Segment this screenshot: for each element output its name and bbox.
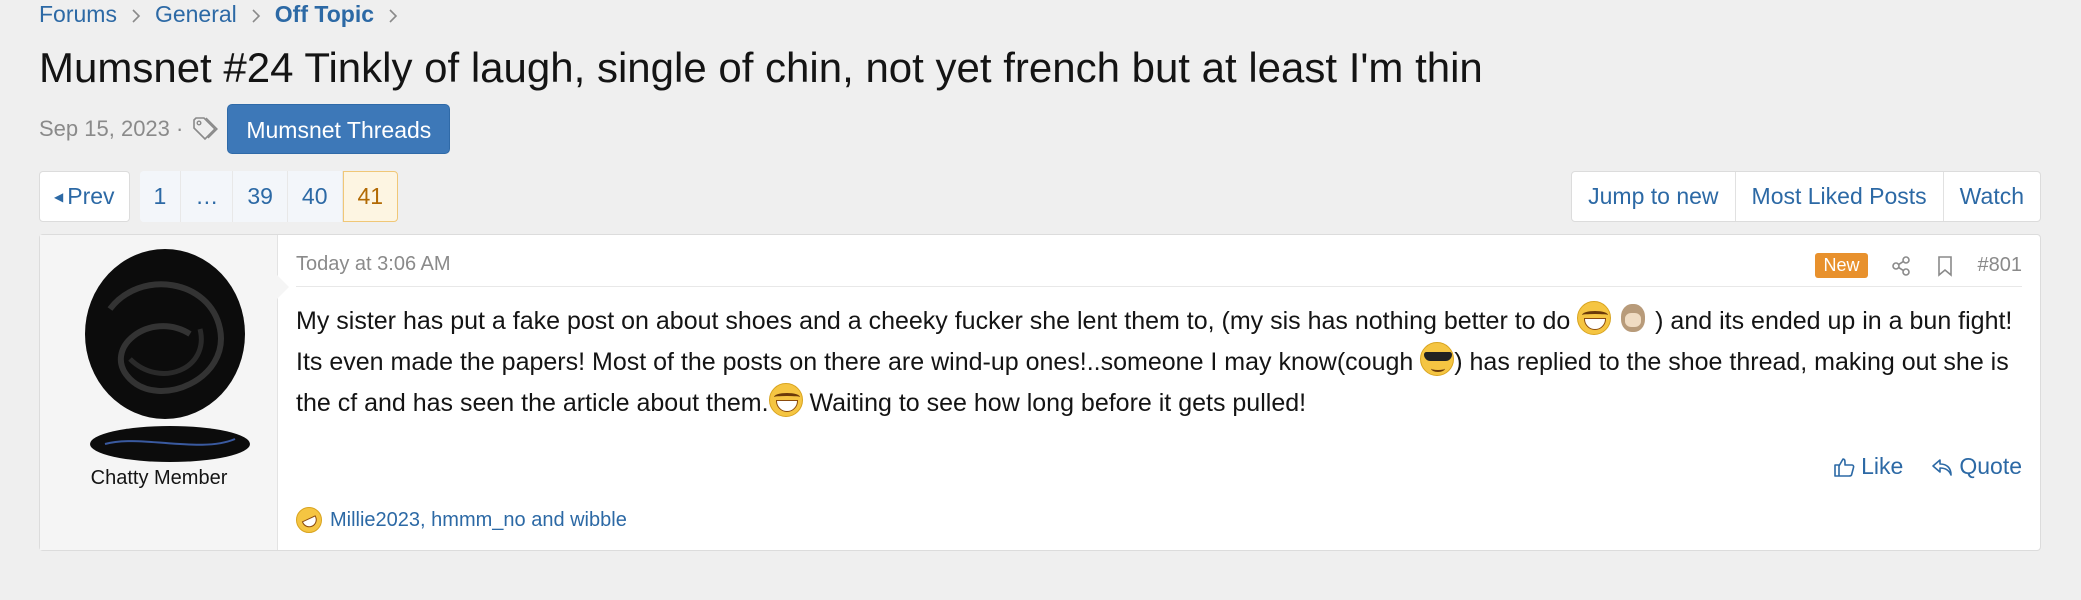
watch-button[interactable]: Watch — [1944, 172, 2040, 221]
quote-label: Quote — [1959, 453, 2022, 479]
breadcrumb-forums[interactable]: Forums — [39, 1, 117, 28]
reactions-bar[interactable]: Millie2023, hmmm_no and wibble — [296, 507, 627, 533]
new-badge: New — [1815, 253, 1868, 278]
post-user-cell: Chatty Member — [40, 235, 289, 550]
reply-icon — [1932, 458, 1953, 476]
tag-icon — [191, 115, 219, 143]
chevron-right-icon — [117, 1, 155, 28]
breadcrumb-off-topic[interactable]: Off Topic — [275, 1, 374, 28]
thread-actions: Jump to new Most Liked Posts Watch — [1571, 171, 2041, 222]
prev-page-button[interactable]: ◀ Prev — [39, 171, 130, 222]
user-title: Chatty Member — [90, 467, 228, 489]
chevron-right-icon — [237, 1, 275, 28]
avatar[interactable] — [70, 239, 270, 469]
thread-meta: Sep 15, 2023 · Mumsnet Threads — [39, 104, 451, 154]
breadcrumb: Forums General Off Topic — [39, 0, 412, 28]
post-body: My sister has put a fake post on about s… — [296, 301, 2022, 424]
post-main: Today at 3:06 AM New #801 My sister has … — [278, 235, 2040, 550]
breadcrumb-general[interactable]: General — [155, 1, 237, 28]
thread-date: Sep 15, 2023 · — [39, 116, 184, 141]
chevron-right-icon — [374, 1, 412, 28]
share-icon[interactable] — [1890, 254, 1912, 277]
pagination: ◀ Prev 1 … 39 40 41 — [39, 171, 399, 222]
like-label: Like — [1861, 453, 1904, 479]
page-1[interactable]: 1 — [139, 171, 182, 222]
prev-label: Prev — [67, 183, 115, 209]
post-header: Today at 3:06 AM New #801 — [296, 253, 2022, 287]
post-actions: Like Quote — [1833, 453, 2022, 480]
laughing-emoji-icon — [1577, 301, 1612, 335]
post: Chatty Member Today at 3:06 AM New #801 … — [39, 234, 2041, 551]
reaction-users[interactable]: Millie2023, hmmm_no and wibble — [330, 509, 627, 532]
sunglasses-emoji-icon — [1420, 342, 1455, 376]
tag-mumsnet-threads[interactable]: Mumsnet Threads — [227, 104, 451, 154]
caret-left-icon: ◀ — [54, 189, 64, 204]
most-liked-posts-button[interactable]: Most Liked Posts — [1736, 172, 1944, 221]
post-text-4: Waiting to see how long before it gets p… — [802, 389, 1307, 417]
page-current[interactable]: 41 — [342, 171, 399, 222]
laughing-emoji-icon — [768, 383, 803, 417]
page-39[interactable]: 39 — [233, 171, 288, 222]
page-list: 1 … 39 40 41 — [139, 171, 399, 222]
post-text-1: My sister has put a fake post on about s… — [296, 307, 1578, 335]
rofl-reaction-icon — [296, 507, 322, 533]
face-emoji-icon — [1618, 301, 1649, 335]
jump-to-new-button[interactable]: Jump to new — [1572, 172, 1736, 221]
bookmark-icon[interactable] — [1934, 254, 1956, 277]
post-time[interactable]: Today at 3:06 AM — [296, 253, 451, 276]
post-number[interactable]: #801 — [1978, 254, 2023, 277]
thumbs-up-icon — [1834, 457, 1855, 477]
like-button[interactable]: Like — [1833, 453, 1903, 480]
page-ellipsis[interactable]: … — [181, 171, 234, 222]
page-40[interactable]: 40 — [287, 171, 343, 222]
thread-title: Mumsnet #24 Tinkly of laugh, single of c… — [39, 44, 1483, 91]
post-header-tools: New #801 — [1815, 253, 2022, 278]
quote-button[interactable]: Quote — [1931, 453, 2022, 480]
